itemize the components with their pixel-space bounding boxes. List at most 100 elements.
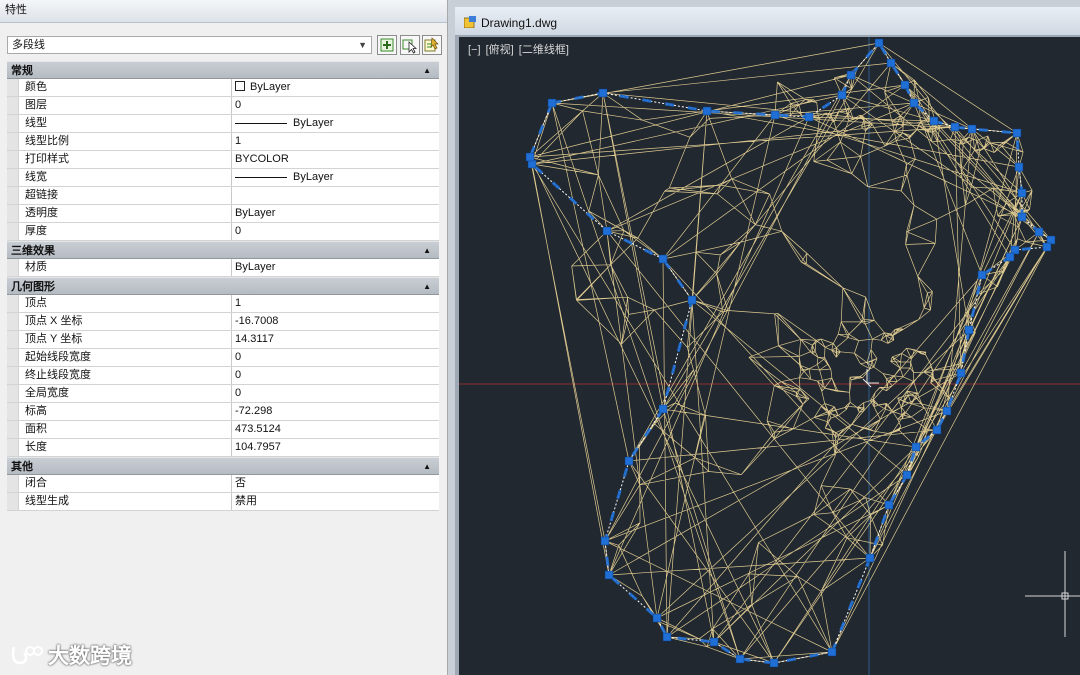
property-value-text: ByLayer — [293, 171, 334, 183]
row-gutter — [7, 169, 19, 186]
row-gutter — [7, 313, 19, 330]
property-row[interactable]: 线型比例 1 — [7, 133, 439, 151]
select-objects-icon — [402, 39, 418, 54]
row-gutter — [7, 97, 19, 114]
collapse-arrow-icon[interactable]: ▲ — [423, 278, 431, 296]
viewport-menu-control[interactable]: [−] — [468, 44, 481, 56]
property-row[interactable]: 厚度 0 — [7, 223, 439, 241]
property-name: 材质 — [19, 259, 232, 276]
select-objects-button[interactable] — [400, 35, 420, 55]
property-row[interactable]: 标高 -72.298 — [7, 403, 439, 421]
polyline-grip — [909, 98, 919, 108]
document-titlebar[interactable]: Drawing1.dwg — [455, 7, 1080, 36]
section-header[interactable]: 三维效果 ▲ — [7, 241, 439, 259]
property-value[interactable]: 0 — [232, 367, 439, 384]
view-direction-control[interactable]: [俯视] — [486, 44, 514, 56]
object-type-dropdown[interactable]: 多段线 ▼ — [7, 36, 372, 54]
toggle-pickadd-button[interactable] — [377, 35, 397, 55]
polyline-grip — [600, 536, 610, 546]
property-row[interactable]: 线宽 ByLayer — [7, 169, 439, 187]
property-value[interactable]: 否 — [232, 475, 439, 492]
property-value-text: 104.7957 — [235, 441, 281, 453]
row-gutter — [7, 439, 19, 456]
property-name: 面积 — [19, 421, 232, 438]
property-value-text: 0 — [235, 387, 242, 399]
property-value[interactable]: 473.5124 — [232, 421, 439, 438]
property-name: 超链接 — [19, 187, 232, 204]
section-header[interactable]: 其他 ▲ — [7, 457, 439, 475]
polyline-grip — [884, 500, 894, 510]
property-name: 图层 — [19, 97, 232, 114]
property-row[interactable]: 顶点 Y 坐标 14.3117 — [7, 331, 439, 349]
property-row[interactable]: 线型生成 禁用 — [7, 493, 439, 511]
collapse-arrow-icon[interactable]: ▲ — [423, 242, 431, 260]
property-value[interactable]: ByLayer — [232, 79, 439, 96]
collapse-arrow-icon[interactable]: ▲ — [423, 458, 431, 476]
property-value[interactable]: -16.7008 — [232, 313, 439, 330]
property-row[interactable]: 顶点 1 — [7, 295, 439, 313]
property-row[interactable]: 线型 ByLayer — [7, 115, 439, 133]
property-name: 打印样式 — [19, 151, 232, 168]
property-row[interactable]: 面积 473.5124 — [7, 421, 439, 439]
property-row[interactable]: 颜色 ByLayer — [7, 79, 439, 97]
property-name: 颜色 — [19, 79, 232, 96]
quick-select-icon — [424, 37, 439, 52]
property-value[interactable]: 104.7957 — [232, 439, 439, 456]
property-row[interactable]: 超链接 — [7, 187, 439, 205]
watermark: 大数跨境 — [10, 640, 132, 670]
property-row[interactable]: 起始线段宽度 0 — [7, 349, 439, 367]
polyline-grip — [837, 90, 847, 100]
property-value[interactable] — [232, 187, 439, 204]
property-name: 标高 — [19, 403, 232, 420]
property-value[interactable]: ByLayer — [232, 205, 439, 222]
property-value[interactable]: 0 — [232, 223, 439, 240]
quick-select-button[interactable] — [422, 35, 442, 55]
property-value-text: ByLayer — [235, 261, 276, 273]
property-value[interactable]: 0 — [232, 385, 439, 402]
property-name: 顶点 X 坐标 — [19, 313, 232, 330]
property-value[interactable]: 0 — [232, 97, 439, 114]
property-row[interactable]: 全局宽度 0 — [7, 385, 439, 403]
property-value[interactable]: 1 — [232, 295, 439, 312]
property-value-text: ByLayer — [235, 207, 276, 219]
polyline-grip — [886, 58, 896, 68]
section-header[interactable]: 常规 ▲ — [7, 61, 439, 79]
property-value[interactable]: 禁用 — [232, 493, 439, 510]
property-row[interactable]: 长度 104.7957 — [7, 439, 439, 457]
row-gutter — [7, 187, 19, 204]
property-value[interactable]: BYCOLOR — [232, 151, 439, 168]
property-value[interactable]: ByLayer — [232, 115, 439, 132]
property-row[interactable]: 打印样式 BYCOLOR — [7, 151, 439, 169]
property-value[interactable]: 14.3117 — [232, 331, 439, 348]
property-value[interactable]: -72.298 — [232, 403, 439, 420]
row-gutter — [7, 295, 19, 312]
polyline-grip — [902, 470, 912, 480]
polyline-grip — [702, 106, 712, 116]
property-row[interactable]: 顶点 X 坐标 -16.7008 — [7, 313, 439, 331]
property-value[interactable]: ByLayer — [232, 169, 439, 186]
property-value[interactable]: 1 — [232, 133, 439, 150]
drawing-window: Drawing1.dwg [−] [俯视] [二维线框] — [455, 7, 1080, 675]
polyline-grip — [769, 658, 779, 668]
property-value-text: -72.298 — [235, 405, 273, 417]
property-value[interactable]: 0 — [232, 349, 439, 366]
row-gutter — [7, 79, 19, 96]
linetype-preview-icon — [235, 176, 287, 178]
polyline-grip — [658, 254, 668, 264]
visual-style-control[interactable]: [二维线框] — [519, 44, 569, 56]
property-row[interactable]: 闭合否 — [7, 475, 439, 493]
document-title: Drawing1.dwg — [481, 16, 558, 30]
polyline-grip — [709, 637, 719, 647]
watermark-logo-icon — [11, 646, 43, 665]
section-header[interactable]: 几何图形 ▲ — [7, 277, 439, 295]
collapse-arrow-icon[interactable]: ▲ — [423, 62, 431, 80]
model-canvas[interactable] — [459, 37, 1080, 675]
property-value[interactable]: ByLayer — [232, 259, 439, 276]
property-row[interactable]: 材质 ByLayer — [7, 259, 439, 277]
property-row[interactable]: 透明度 ByLayer — [7, 205, 439, 223]
model-viewport[interactable]: [−] [俯视] [二维线框] — [459, 37, 1080, 675]
polyline-grip — [547, 98, 557, 108]
property-row[interactable]: 图层 0 — [7, 97, 439, 115]
row-gutter — [7, 367, 19, 384]
property-row[interactable]: 终止线段宽度 0 — [7, 367, 439, 385]
